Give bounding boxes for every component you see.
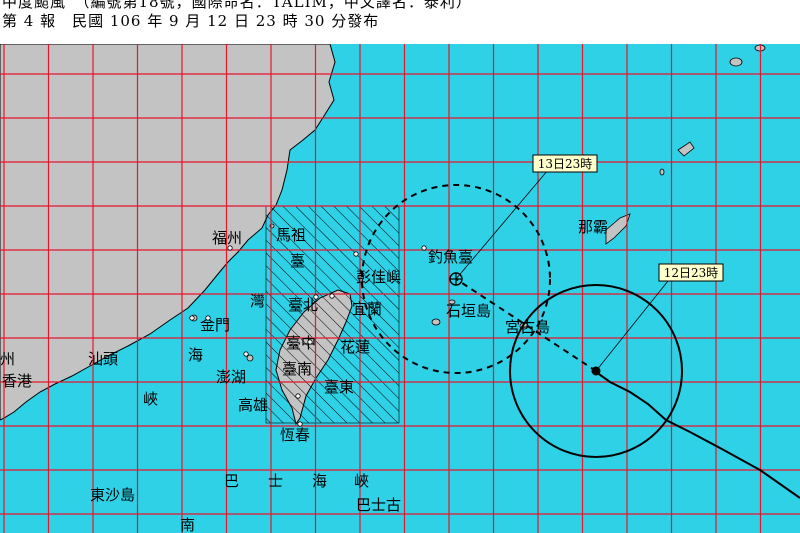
label-hongkong: 香港 bbox=[2, 372, 32, 390]
city-dot bbox=[189, 315, 195, 321]
label-hengchun: 恆春 bbox=[280, 426, 310, 444]
city-dot bbox=[227, 245, 233, 251]
label-strait-xia: 峽 bbox=[143, 390, 158, 408]
label-pengjia: 彭佳嶼 bbox=[356, 268, 401, 286]
label-bashi-ba: 巴 bbox=[224, 472, 239, 490]
city-dot bbox=[295, 393, 301, 399]
current-time-label: 12日23時 bbox=[664, 266, 719, 280]
bulletin-issue-line: 第 4 報 民國 106 年 9 月 12 日 23 時 30 分發布 bbox=[2, 12, 380, 30]
typhoon-warning-map-panel: 中度颱風 （編號第18號，國際命名：TALIM，中文譯名：泰利） 第 4 報 民… bbox=[0, 0, 800, 533]
label-kinmen: 金門 bbox=[200, 316, 230, 334]
ryukyu-islet bbox=[659, 168, 665, 176]
label-mazu: 馬祖 bbox=[276, 226, 306, 244]
typhoon-track-map: 12日23時 13日23時 福州 馬祖 臺 金門 海 峽 灣 澎湖 臺北 臺中 … bbox=[0, 44, 800, 533]
label-bashi-shi: 士 bbox=[268, 472, 283, 490]
forecast-time-label: 13日23時 bbox=[538, 157, 593, 171]
label-taitung: 臺東 bbox=[324, 378, 354, 396]
city-dot bbox=[329, 293, 335, 299]
label-ishigaki: 石垣島 bbox=[446, 302, 491, 320]
label-miyako: 宮古島 bbox=[505, 318, 550, 336]
label-tainan: 臺南 bbox=[282, 360, 312, 378]
label-yilan: 宜蘭 bbox=[352, 300, 382, 318]
city-dot bbox=[421, 245, 427, 251]
label-strait-hai: 海 bbox=[188, 346, 203, 364]
city-dot bbox=[307, 339, 313, 345]
label-strait-wan: 灣 bbox=[250, 292, 265, 310]
label-guangzhou-edge: 州 bbox=[0, 350, 15, 368]
label-shantou: 汕頭 bbox=[88, 350, 118, 368]
bulletin-header: 中度颱風 （編號第18號，國際命名：TALIM，中文譯名：泰利） 第 4 報 民… bbox=[0, 0, 800, 44]
city-dot bbox=[297, 421, 303, 427]
city-dot bbox=[205, 315, 211, 321]
label-hualien: 花蓮 bbox=[340, 338, 370, 356]
label-kaohsiung: 高雄 bbox=[238, 396, 268, 414]
ishigaki-island bbox=[431, 318, 441, 326]
label-batan: 巴士古 bbox=[356, 496, 401, 514]
label-mazu-tai: 臺 bbox=[290, 252, 305, 270]
label-dongsha: 東沙島 bbox=[90, 486, 135, 504]
city-dot bbox=[313, 294, 319, 300]
city-dot bbox=[243, 351, 249, 357]
penghu-island bbox=[246, 354, 254, 362]
label-diaoyu: 釣魚臺 bbox=[428, 248, 473, 266]
label-bashi-hai: 海 bbox=[312, 472, 327, 490]
northeast-islet bbox=[729, 57, 743, 67]
label-naha: 那霸 bbox=[578, 218, 608, 236]
city-dot bbox=[353, 251, 359, 257]
label-south: 南 bbox=[180, 516, 195, 533]
label-taipei: 臺北 bbox=[288, 296, 318, 314]
label-penghu: 澎湖 bbox=[216, 368, 246, 386]
label-bashi-xia: 峽 bbox=[354, 472, 369, 490]
label-fuzhou: 福州 bbox=[212, 229, 242, 247]
